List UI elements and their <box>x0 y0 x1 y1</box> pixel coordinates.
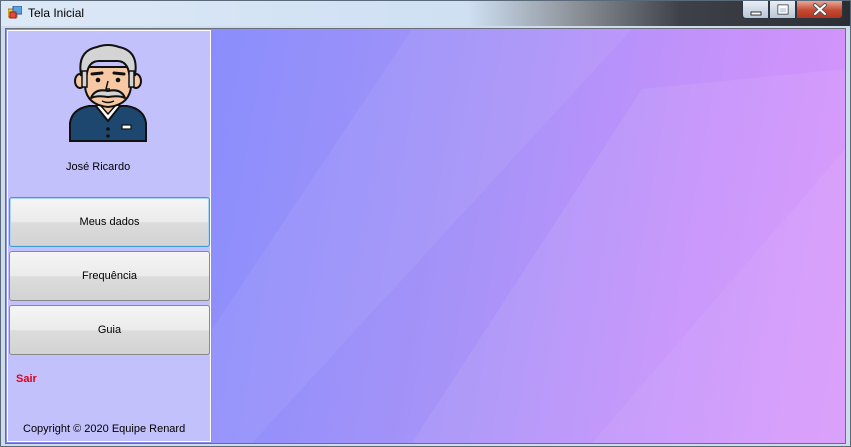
app-windows-form-icon <box>8 6 22 19</box>
main-content-area <box>212 29 845 443</box>
sidebar-panel: José Ricardo Meus dados Frequência Guia … <box>7 30 211 442</box>
elderly-man-avatar-icon <box>69 44 147 142</box>
minimize-icon <box>750 11 762 16</box>
guide-button[interactable]: Guia <box>9 305 210 355</box>
window-title: Tela Inicial <box>28 6 85 20</box>
maximize-button[interactable] <box>769 1 796 19</box>
minimize-button[interactable] <box>742 1 769 19</box>
close-button[interactable] <box>796 1 843 19</box>
my-data-button[interactable]: Meus dados <box>9 197 210 247</box>
maximize-icon <box>777 4 789 15</box>
exit-link[interactable]: Sair <box>16 373 37 385</box>
app-window: Tela Inicial José Ricardo Meus dados Fre… <box>0 0 851 447</box>
client-area: José Ricardo Meus dados Frequência Guia … <box>5 28 846 444</box>
close-icon <box>813 3 827 16</box>
copyright-label: Copyright © 2020 Equipe Renard <box>23 423 186 435</box>
title-bar[interactable]: Tela Inicial <box>1 1 850 26</box>
background-decoration <box>212 29 845 443</box>
user-name-label: José Ricardo <box>66 161 131 173</box>
attendance-button[interactable]: Frequência <box>9 251 210 301</box>
